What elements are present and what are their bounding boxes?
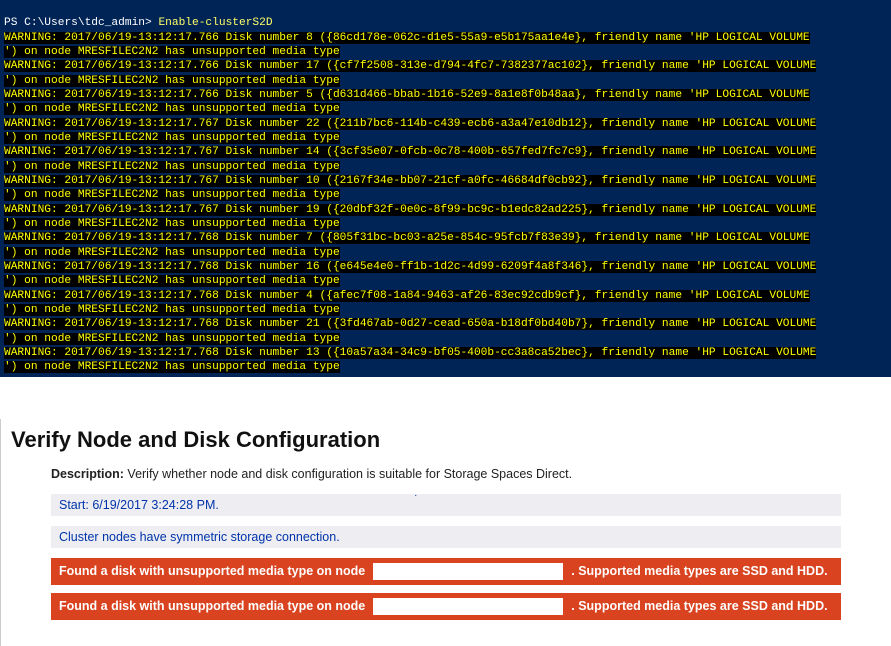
warning-line: WARNING: 2017/06/19-13:12:17.766 Disk nu… <box>4 89 810 101</box>
description-text: Verify whether node and disk configurati… <box>127 467 572 481</box>
report-body: Description: Verify whether node and dis… <box>11 467 881 620</box>
warning-line: ') on node MRESFILEC2N2 has unsupported … <box>4 161 340 173</box>
command-text: Enable-clusterS2D <box>158 17 272 29</box>
warning-line: ') on node MRESFILEC2N2 has unsupported … <box>4 189 340 201</box>
warning-line: ') on node MRESFILEC2N2 has unsupported … <box>4 361 340 373</box>
error-row: Found a disk with unsupported media type… <box>51 593 841 620</box>
error-suffix: . Supported media types are SSD and HDD. <box>571 599 827 613</box>
error-prefix: Found a disk with unsupported media type… <box>59 564 365 578</box>
warning-line: WARNING: 2017/06/19-13:12:17.766 Disk nu… <box>4 60 816 72</box>
warning-line: ') on node MRESFILEC2N2 has unsupported … <box>4 247 340 259</box>
report-title: Verify Node and Disk Configuration <box>11 427 881 453</box>
warning-line: WARNING: 2017/06/19-13:12:17.767 Disk nu… <box>4 204 816 216</box>
start-time-text: Start: 6/19/2017 3:24:28 PM. <box>59 498 219 512</box>
warning-line: WARNING: 2017/06/19-13:12:17.768 Disk nu… <box>4 318 816 330</box>
report-description: Description: Verify whether node and dis… <box>51 467 841 481</box>
warning-line: WARNING: 2017/06/19-13:12:17.768 Disk nu… <box>4 347 816 359</box>
prompt: PS C:\Users\tdc_admin> Enable-clusterS2D <box>4 17 273 29</box>
symmetric-row: Cluster nodes have symmetric storage con… <box>51 526 841 548</box>
error-row: Found a disk with unsupported media type… <box>51 558 841 585</box>
powershell-terminal: PS C:\Users\tdc_admin> Enable-clusterS2D… <box>0 0 891 377</box>
redacted-node <box>373 598 563 615</box>
warning-line: WARNING: 2017/06/19-13:12:17.767 Disk nu… <box>4 146 816 158</box>
warning-line: WARNING: 2017/06/19-13:12:17.766 Disk nu… <box>4 32 810 44</box>
warning-line: ') on node MRESFILEC2N2 has unsupported … <box>4 75 340 87</box>
warning-line: ') on node MRESFILEC2N2 has unsupported … <box>4 304 340 316</box>
warning-line: WARNING: 2017/06/19-13:12:17.767 Disk nu… <box>4 175 816 187</box>
symmetric-text: Cluster nodes have symmetric storage con… <box>59 530 340 544</box>
validation-report: Verify Node and Disk Configuration Descr… <box>0 419 891 646</box>
start-time-row: Start: 6/19/2017 3:24:28 PM. . <box>51 494 841 516</box>
warning-line: ') on node MRESFILEC2N2 has unsupported … <box>4 333 340 345</box>
warning-line: WARNING: 2017/06/19-13:12:17.768 Disk nu… <box>4 290 810 302</box>
warning-line: WARNING: 2017/06/19-13:12:17.767 Disk nu… <box>4 118 816 130</box>
warning-lines: WARNING: 2017/06/19-13:12:17.766 Disk nu… <box>4 32 816 374</box>
warning-line: ') on node MRESFILEC2N2 has unsupported … <box>4 218 340 230</box>
error-suffix: . Supported media types are SSD and HDD. <box>571 564 827 578</box>
warning-line: WARNING: 2017/06/19-13:12:17.768 Disk nu… <box>4 232 810 244</box>
dot-icon: . <box>414 488 417 499</box>
warning-line: ') on node MRESFILEC2N2 has unsupported … <box>4 103 340 115</box>
warning-line: ') on node MRESFILEC2N2 has unsupported … <box>4 275 340 287</box>
warning-line: ') on node MRESFILEC2N2 has unsupported … <box>4 46 340 58</box>
error-rows: Found a disk with unsupported media type… <box>51 558 841 620</box>
prompt-prefix: PS <box>4 17 24 29</box>
description-label: Description: <box>51 467 124 481</box>
warning-line: ') on node MRESFILEC2N2 has unsupported … <box>4 132 340 144</box>
warning-line: WARNING: 2017/06/19-13:12:17.768 Disk nu… <box>4 261 816 273</box>
prompt-path: C:\Users\tdc_admin> <box>24 17 152 29</box>
error-prefix: Found a disk with unsupported media type… <box>59 599 365 613</box>
